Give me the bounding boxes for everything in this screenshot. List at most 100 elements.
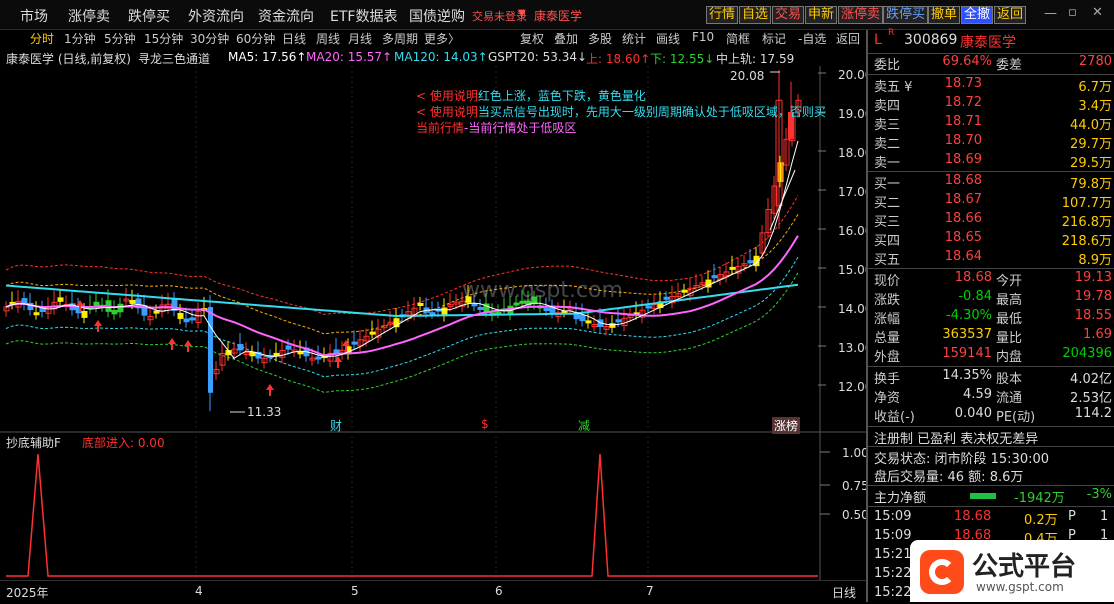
ask-4-row[interactable]: 卖四 18.72 3.4万 xyxy=(874,95,1112,114)
candle-bar xyxy=(249,351,256,357)
lower-value: 下: 12.55↓ xyxy=(650,52,715,66)
btn-trade[interactable]: 交易 xyxy=(772,6,805,24)
main-flow-bar xyxy=(970,493,996,499)
tool-f10[interactable]: F10 xyxy=(692,30,714,44)
close-icon[interactable]: ✕ xyxy=(1092,5,1103,20)
menu-repo[interactable]: 国债逆购 xyxy=(409,6,465,26)
candle-bar xyxy=(183,318,190,323)
candle-bar xyxy=(585,320,592,324)
weicha-label: 委差 xyxy=(996,58,1023,73)
tool-mark[interactable]: 标记 xyxy=(762,30,786,47)
stat2-label: 净资 xyxy=(874,391,901,406)
main-flow-label[interactable]: 主力净额 xyxy=(874,487,926,506)
note-1-label: < 使用说明 xyxy=(416,89,478,103)
tab-period-day[interactable]: 日线 xyxy=(282,30,306,47)
event-limit-list[interactable]: 涨榜 xyxy=(772,417,801,434)
tab-period-more[interactable]: 更多〉 xyxy=(424,30,460,47)
ask-3-row[interactable]: 卖三 18.71 44.0万 xyxy=(874,114,1112,133)
btn-limit-down-buy[interactable]: 跌停买 xyxy=(883,6,929,24)
weibi-label: 委比 xyxy=(874,58,901,73)
bid-2-price: 18.67 xyxy=(944,192,982,207)
maximize-icon[interactable]: ▫ xyxy=(1068,5,1077,20)
main-flow-value: -1942万 xyxy=(1014,491,1065,506)
bid-5-label: 买五 xyxy=(874,253,901,268)
tool-multi-stock[interactable]: 多股 xyxy=(588,30,612,47)
tab-period-60m[interactable]: 60分钟 xyxy=(236,30,275,47)
date-year: 2025年 xyxy=(6,586,49,600)
stat-value: 18.55 xyxy=(1074,308,1112,323)
event-dividend[interactable]: $ xyxy=(481,417,489,431)
registration-flag: R xyxy=(888,28,895,38)
tab-period-30m[interactable]: 30分钟 xyxy=(190,30,229,47)
logo-icon xyxy=(920,550,964,594)
ask-5-label: 卖五 ¥ xyxy=(874,80,913,95)
watermark: www.gspt.com xyxy=(462,278,623,303)
candle-bar xyxy=(285,345,292,350)
tab-period-minute[interactable]: 分时 xyxy=(30,30,54,47)
bid-4-row[interactable]: 买四 18.65 218.6万 xyxy=(874,230,1112,249)
stat-label: 量比 xyxy=(996,331,1023,346)
stat-label: 内盘 xyxy=(996,350,1023,365)
stat2-label: 收益(-) xyxy=(874,410,915,425)
stat-row: 涨跌 -0.84 最高 19.78 xyxy=(874,289,1112,308)
top-menu-bar: 市场 涨停卖 跌停买 外资流向 资金流向 ETF数据表 国债逆购 交易未登录 ▼… xyxy=(0,0,1114,30)
menu-market[interactable]: 市场 xyxy=(20,6,48,26)
tick-row: 15:09 18.68 0.2万 P 1 xyxy=(874,509,1112,528)
period-label[interactable]: 日线 xyxy=(832,584,856,601)
btn-cancel[interactable]: 撤单 xyxy=(928,6,961,24)
ma20-value: MA20: 15.57↑ xyxy=(306,50,393,64)
tab-period-1m[interactable]: 1分钟 xyxy=(64,30,96,47)
btn-ipo[interactable]: 申新 xyxy=(805,6,838,24)
stat-row: 总量 363537 量比 1.69 xyxy=(874,327,1112,346)
tool-adjust[interactable]: 复权 xyxy=(520,30,544,47)
tab-period-week[interactable]: 周线 xyxy=(316,30,340,47)
btn-limit-up-sell[interactable]: 涨停卖 xyxy=(838,6,884,24)
candle-bar xyxy=(579,314,586,322)
menu-limit-down-buy[interactable]: 跌停买 xyxy=(128,6,170,26)
sub-indicator-title[interactable]: 抄底辅助F xyxy=(6,434,61,451)
stat-value: 1.69 xyxy=(1083,327,1112,342)
note-3-text: -当前行情处于低吸区 xyxy=(464,121,577,135)
tool-overlay[interactable]: 叠加 xyxy=(554,30,578,47)
event-reduce[interactable]: 减 xyxy=(578,417,590,434)
menu-fund-flow[interactable]: 资金流向 xyxy=(258,6,314,26)
bid-3-row[interactable]: 买三 18.66 216.8万 xyxy=(874,211,1112,230)
btn-back[interactable]: 返回 xyxy=(994,6,1027,24)
stock-tab[interactable]: 康泰医学 xyxy=(534,7,582,24)
bid-1-row[interactable]: 买一 18.68 79.8万 xyxy=(874,173,1112,192)
ask-2-label: 卖二 xyxy=(874,137,901,152)
bid-2-row[interactable]: 买二 18.67 107.7万 xyxy=(874,192,1112,211)
tool-stats[interactable]: 统计 xyxy=(622,30,646,47)
tool-watchlist[interactable]: -自选 xyxy=(798,30,826,47)
menu-limit-up-sell[interactable]: 涨停卖 xyxy=(68,6,110,26)
menu-foreign-flow[interactable]: 外资流向 xyxy=(188,6,244,26)
menu-etf-table[interactable]: ETF数据表 xyxy=(330,6,397,26)
tab-period-5m[interactable]: 5分钟 xyxy=(104,30,136,47)
bid-3-price: 18.66 xyxy=(944,211,982,226)
candlestick-chart[interactable] xyxy=(0,66,866,580)
event-finance[interactable]: 财 xyxy=(330,417,342,434)
tool-back[interactable]: 返回 xyxy=(836,30,860,47)
stock-name: 康泰医学 xyxy=(960,35,1016,51)
tool-frame[interactable]: 简框 xyxy=(726,30,750,47)
tab-period-multi[interactable]: 多周期 xyxy=(382,30,418,47)
tool-draw[interactable]: 画线 xyxy=(656,30,680,47)
stat2-value: 2.53亿 xyxy=(1070,391,1112,406)
btn-quote[interactable]: 行情 xyxy=(706,6,739,24)
stock-code: 300869 xyxy=(904,32,958,48)
tab-period-month[interactable]: 月线 xyxy=(348,30,372,47)
indicator-name[interactable]: 寻龙三色通道 xyxy=(138,50,210,67)
ask-1-price: 18.69 xyxy=(944,152,982,167)
dropdown-icon[interactable]: ▼ xyxy=(518,8,526,19)
stat-label: 现价 xyxy=(874,274,901,289)
stat-row: 外盘 159141 内盘 204396 xyxy=(874,346,1112,365)
minimize-icon[interactable]: — xyxy=(1044,6,1057,21)
bid-5-row[interactable]: 买五 18.64 8.9万 xyxy=(874,249,1112,268)
note-1-text: 红色上涨，蓝色下跌，黄色量化 xyxy=(477,89,646,103)
ask-2-row[interactable]: 卖二 18.70 29.7万 xyxy=(874,133,1112,152)
btn-cancel-all[interactable]: 全撤 xyxy=(961,6,994,24)
tab-period-15m[interactable]: 15分钟 xyxy=(144,30,183,47)
ask-5-row[interactable]: 卖五 ¥ 18.73 6.7万 xyxy=(874,76,1112,95)
ask-1-row[interactable]: 卖一 18.69 29.5万 xyxy=(874,152,1112,171)
btn-watchlist[interactable]: 自选 xyxy=(739,6,772,24)
